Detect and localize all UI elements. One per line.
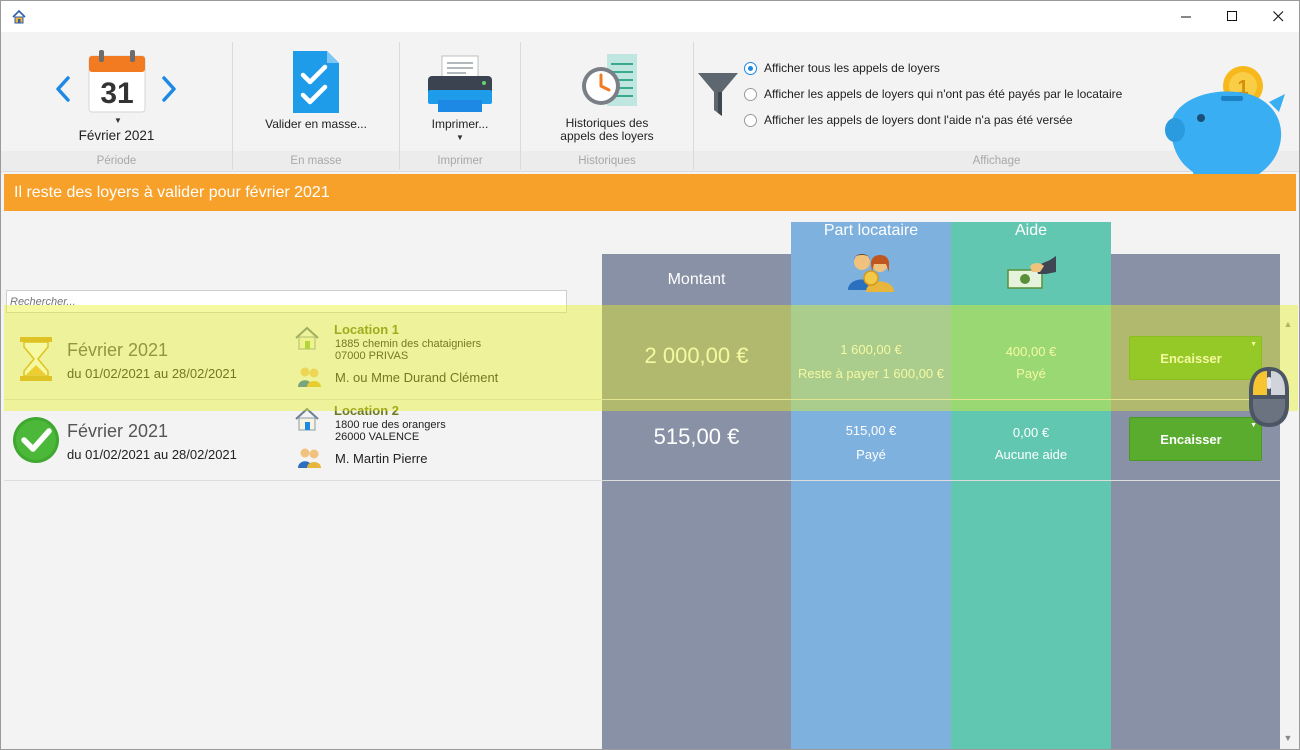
location-title: Location 2 — [334, 403, 400, 418]
group-imprimer: Imprimer... ▼ Imprimer — [400, 40, 520, 171]
calendar-day: 31 — [100, 77, 133, 110]
close-button[interactable] — [1255, 1, 1299, 32]
month-label: Février 2021 — [78, 128, 155, 143]
status-banner: Il reste des loyers à valider pour févri… — [4, 174, 1296, 211]
group-historiques: Historiques des appels des loyers Histor… — [521, 40, 693, 171]
filter-funnel-icon — [698, 73, 738, 116]
radio-unselected[interactable] — [744, 113, 757, 127]
column-header-montant: Montant — [667, 271, 726, 288]
encaisser-dropdown-caret-icon[interactable]: ▼ — [1250, 341, 1257, 348]
table-row[interactable]: Février 2021 du 01/02/2021 au 28/02/2021… — [4, 400, 1280, 481]
tenant-people-icon — [298, 367, 321, 387]
group-label-periode: Période — [1, 151, 232, 171]
location-title: Location 1 — [334, 322, 400, 337]
minimize-button[interactable] — [1163, 1, 1209, 32]
checklist-document-icon — [293, 51, 339, 113]
part-status: Reste à payer 1 600,00 € — [798, 366, 944, 381]
house-icon — [295, 326, 319, 350]
affichage-option-aide-non-versee[interactable]: Afficher les appels de loyers dont l'aid… — [744, 111, 1073, 129]
scroll-down-arrow-icon[interactable]: ▼ — [1280, 733, 1296, 749]
encaisser-button[interactable]: Encaisser ▼ — [1129, 336, 1262, 380]
historiques-button[interactable]: Historiques des appels des loyers — [521, 40, 693, 150]
radio-selected[interactable] — [744, 61, 757, 75]
location-address-line2: 26000 VALENCE — [335, 431, 420, 443]
part-amount: 1 600,00 € — [840, 342, 902, 357]
history-clock-document-icon — [582, 54, 637, 106]
aide-amount: 0,00 € — [1012, 425, 1050, 440]
montant-value: 515,00 € — [653, 424, 740, 449]
app-window: 31 ▼ Février 2021 Période Valider en mas… — [0, 0, 1300, 750]
aide-amount: 400,00 € — [1005, 344, 1057, 359]
calendar-icon[interactable]: 31 — [85, 48, 149, 114]
calendar-dropdown-caret-icon[interactable]: ▼ — [114, 116, 122, 125]
affichage-option-label: Afficher les appels de loyers dont l'aid… — [764, 113, 1073, 127]
radio-unselected[interactable] — [744, 87, 757, 101]
search-input[interactable] — [6, 290, 567, 313]
column-header-part-locataire: Part locataire — [823, 222, 919, 239]
scroll-up-arrow-icon[interactable]: ▲ — [1280, 319, 1296, 335]
encaisser-label: Encaisser — [1160, 351, 1222, 366]
house-icon — [295, 407, 319, 431]
piggy-bank-icon: 1 — [1165, 66, 1285, 188]
maximize-icon — [1226, 11, 1237, 21]
close-icon — [1272, 11, 1283, 22]
location-address-line2: 07000 PRIVAS — [335, 350, 409, 362]
minimize-icon — [1180, 16, 1191, 18]
home-app-icon — [12, 9, 26, 24]
imprimer-label: Imprimer... — [431, 117, 489, 131]
affichage-option-label: Afficher les appels de loyers qui n'ont … — [764, 87, 1123, 101]
group-label-en-masse: En masse — [233, 151, 399, 171]
column-aide: Aide — [951, 222, 1111, 749]
part-amount: 515,00 € — [845, 423, 897, 438]
historiques-label-line2: appels des loyers — [560, 129, 654, 143]
mouse-click-icon — [1249, 367, 1289, 427]
affichage-option-tous[interactable]: Afficher tous les appels de loyers — [744, 59, 940, 77]
previous-month-arrow-icon[interactable] — [53, 74, 73, 104]
valider-en-masse-label: Valider en masse... — [265, 117, 367, 131]
check-icon — [13, 417, 59, 463]
title-bar — [1, 1, 1299, 32]
imprimer-dropdown-caret-icon: ▼ — [456, 133, 464, 142]
affichage-option-non-payes[interactable]: Afficher les appels de loyers qui n'ont … — [744, 85, 1122, 103]
period-range: du 01/02/2021 au 28/02/2021 — [67, 366, 237, 381]
ribbon: 31 ▼ Février 2021 Période Valider en mas… — [1, 32, 1299, 188]
imprimer-button[interactable]: Imprimer... ▼ — [400, 40, 520, 150]
encaisser-button[interactable]: Encaisser ▼ — [1129, 417, 1262, 461]
period-range: du 01/02/2021 au 28/02/2021 — [67, 447, 237, 462]
group-periode: 31 ▼ Février 2021 Période — [1, 40, 232, 171]
period-title: Février 2021 — [67, 421, 169, 441]
montant-value: 2 000,00 € — [644, 343, 749, 368]
location-address-line1: 1800 rue des orangers — [335, 419, 446, 431]
hourglass-icon — [20, 337, 52, 381]
maximize-button[interactable] — [1209, 1, 1255, 32]
rent-list-area: Montant Part locataire Aide Rechercher..… — [4, 211, 1296, 749]
tenants-people-icon — [848, 254, 894, 292]
location-address-line1: 1885 chemin des chataigniers — [335, 338, 482, 350]
aide-status: Payé — [1016, 366, 1046, 381]
column-header-aide: Aide — [1014, 222, 1048, 239]
table-row[interactable]: Février 2021 du 01/02/2021 au 28/02/2021… — [4, 319, 1280, 400]
printer-icon — [428, 55, 492, 112]
column-part-locataire: Part locataire — [791, 222, 951, 749]
affichage-option-label: Afficher tous les appels de loyers — [764, 61, 940, 75]
money-hand-icon — [1007, 256, 1056, 289]
valider-en-masse-button[interactable]: Valider en masse... — [233, 40, 399, 150]
tenant-name: M. ou Mme Durand Clément — [335, 370, 499, 385]
period-title: Février 2021 — [67, 340, 169, 360]
next-month-arrow-icon[interactable] — [159, 74, 179, 104]
tenant-name: M. Martin Pierre — [335, 451, 428, 466]
encaisser-label: Encaisser — [1160, 432, 1222, 447]
group-label-historiques: Historiques — [521, 151, 693, 171]
part-status: Payé — [856, 447, 886, 462]
aide-status: Aucune aide — [994, 447, 1068, 462]
group-label-imprimer: Imprimer — [400, 151, 520, 171]
group-en-masse: Valider en masse... En masse — [233, 40, 399, 171]
tenant-people-icon — [298, 448, 321, 468]
